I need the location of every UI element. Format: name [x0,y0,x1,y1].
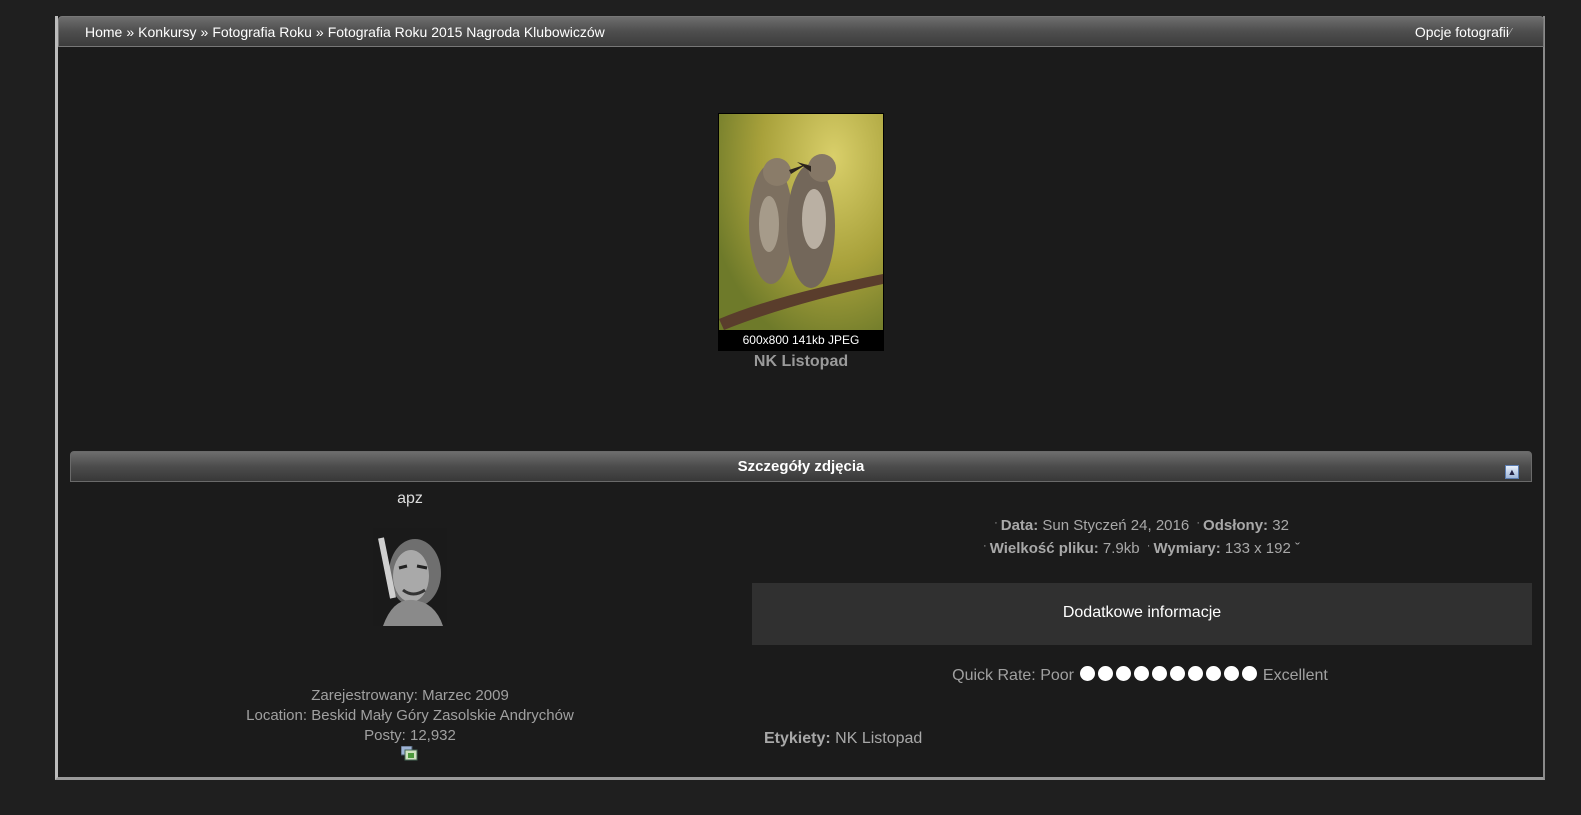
rate-radio-button[interactable] [1080,666,1096,681]
breadcrumb-current-album-link[interactable]: Fotografia Roku 2015 Nagroda Klubowiczów [328,24,605,40]
top-bar: Home» Konkursy» Fotografia Roku» Fotografia… [58,16,1544,47]
photo-meta: · Data: Sun Styczeń 24, 2016 · Odsłony: 32… [750,513,1530,559]
extra-info-label: Dodatkowe informacje [1062,604,1222,621]
quick-rate-options [1078,666,1258,684]
registered-row: Zarejestrowany: Marzec 2009 [311,687,509,704]
filesize-label: Wielkość pliku: [989,540,1099,557]
dropdown-arrow-icon[interactable]: ⁄ [1510,27,1518,38]
photo-details-header: Szczegóły zdjęcia ▲ [70,451,1532,482]
photo-image[interactable] [719,114,883,330]
breadcrumb-home-link[interactable]: Home [85,24,122,40]
author-username[interactable]: apz [360,490,460,508]
date-label: Data: [1000,517,1039,534]
author-info: Zarejestrowany: Marzec 2009 Location: Be… [200,686,620,746]
quick-rate: Quick Rate: Poor Excellent [750,666,1530,685]
breadcrumb-konkursy-link[interactable]: Konkursy [138,24,196,40]
avatar[interactable] [373,528,447,626]
dimensions-label: Wymiary: [1153,540,1221,557]
rate-radio-button[interactable] [1242,666,1258,681]
tags: Etykiety: NK Listopad [764,730,922,748]
breadcrumb-separator: » [200,24,209,40]
meta-row-1: · Data: Sun Styczeń 24, 2016 · Odsłony: 32 [994,517,1289,534]
dimensions-toggle-icon[interactable]: ˇ [1295,540,1300,557]
photo-details-title: Szczegóły zdjęcia [737,458,865,475]
tag-link[interactable]: NK Listopad [835,730,922,747]
rate-radio-button[interactable] [1224,666,1240,681]
quick-rate-label: Quick Rate: [952,667,1036,684]
location-row: Location: Beskid Mały Góry Zasolskie And… [246,707,574,724]
meta-row-2: · Wielkość pliku: 7.9kb · Wymiary: 133 x 1… [983,540,1300,557]
date-value: Sun Styczeń 24, 2016 [1042,517,1190,534]
quick-rate-high: Excellent [1262,667,1328,684]
rate-radio-button[interactable] [1134,666,1150,681]
dimensions-value: 133 x 192 [1224,540,1291,557]
photo-thumbnail[interactable]: 600x800 141kb JPEG [718,113,884,351]
photo-caption: NK Listopad [753,353,849,370]
quick-rate-low: Poor [1040,667,1074,684]
photo-file-info: 600x800 141kb JPEG [742,333,860,347]
birds-on-branch-image [719,154,883,330]
user-gallery-icon[interactable] [400,745,419,762]
rate-radio-button[interactable] [1116,666,1132,681]
rate-radio-button[interactable] [1170,666,1186,681]
filesize-value: 7.9kb [1102,540,1140,557]
photo-options-menu[interactable]: Opcje fotografii [1415,24,1509,40]
breadcrumb: Home» Konkursy» Fotografia Roku» Fotografia… [85,24,605,40]
rate-radio-button[interactable] [1152,666,1168,681]
rate-radio-button[interactable] [1188,666,1204,681]
breadcrumb-separator: » [126,24,135,40]
collapse-icon[interactable]: ▲ [1505,465,1519,479]
rate-radio-button[interactable] [1206,666,1222,681]
rate-radio-button[interactable] [1098,666,1114,681]
extra-info-box[interactable]: Dodatkowe informacje [752,583,1532,645]
views-value: 32 [1272,517,1289,534]
breadcrumb-separator: » [315,24,324,40]
tags-label: Etykiety: [764,730,831,747]
breadcrumb-fotografia-roku-link[interactable]: Fotografia Roku [212,24,312,40]
views-label: Odsłony: [1203,517,1269,534]
posts-row: Posty: 12,932 [364,727,456,744]
avatar-image [373,528,447,626]
